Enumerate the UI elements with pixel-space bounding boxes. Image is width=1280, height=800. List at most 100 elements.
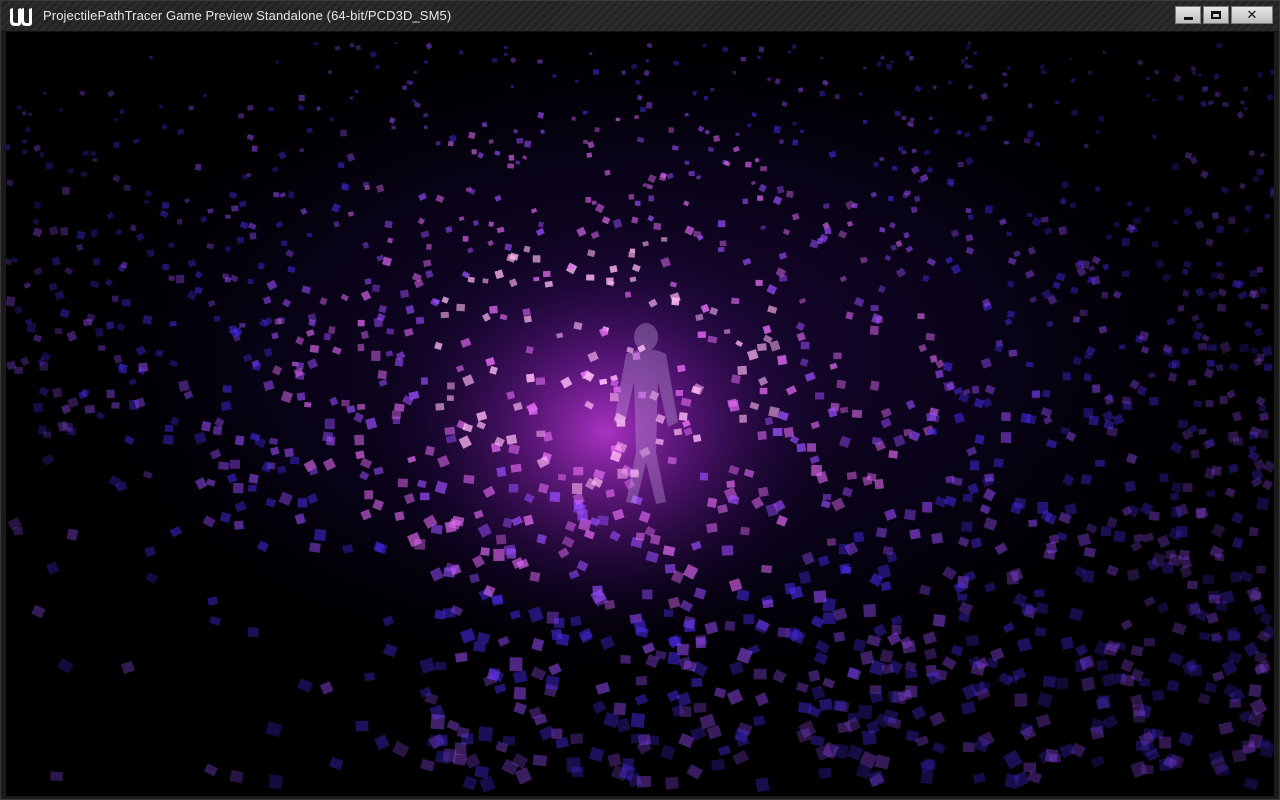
particle [544, 675, 560, 691]
particle [493, 548, 505, 562]
particle [778, 274, 788, 282]
particle [879, 649, 894, 663]
particle [1026, 212, 1033, 218]
particle [1132, 710, 1147, 723]
particle [922, 275, 930, 282]
minimize-button[interactable] [1175, 6, 1201, 24]
particle [731, 297, 740, 305]
particle [234, 435, 245, 446]
particle [1072, 316, 1080, 323]
particle [220, 400, 232, 412]
particle [628, 193, 635, 200]
particle [1184, 152, 1193, 159]
particle [1031, 390, 1040, 399]
particle [910, 206, 918, 214]
particle [1211, 212, 1220, 220]
maximize-button[interactable] [1203, 6, 1229, 24]
particle [833, 699, 847, 712]
particle [533, 276, 540, 282]
particle [357, 403, 366, 410]
particle [1264, 213, 1271, 219]
particle [957, 593, 967, 601]
particle [697, 331, 706, 338]
game-viewport[interactable] [6, 32, 1274, 796]
particle [532, 754, 548, 767]
particle [962, 493, 973, 502]
particle [586, 152, 593, 158]
particle [1206, 490, 1216, 498]
particle [1159, 473, 1169, 483]
particle [323, 332, 332, 341]
particle [97, 345, 106, 351]
particle [225, 214, 231, 219]
particle [836, 379, 847, 390]
particle [509, 657, 523, 672]
particle [1113, 530, 1126, 543]
particle [357, 319, 365, 327]
particle [1046, 320, 1054, 327]
particle [724, 620, 736, 632]
particle [713, 135, 721, 142]
particle [507, 163, 515, 169]
particle [377, 370, 387, 380]
particle [635, 675, 648, 686]
particle [737, 365, 748, 376]
particle [349, 42, 355, 48]
particle [90, 150, 96, 157]
particle [420, 492, 430, 501]
particle [866, 472, 877, 482]
particle [1151, 240, 1159, 248]
particle [1049, 753, 1061, 763]
title-bar[interactable]: ProjectilePathTracer Game Preview Standa… [1, 1, 1279, 32]
particle [818, 698, 833, 711]
particle [965, 634, 980, 647]
particle [430, 524, 443, 535]
particle [430, 714, 445, 730]
particle [798, 570, 812, 584]
particle [692, 90, 697, 96]
particle [164, 424, 174, 433]
particle [1129, 224, 1136, 230]
particle [249, 232, 257, 240]
particle [22, 111, 27, 116]
particle [155, 349, 164, 357]
particle [904, 190, 911, 196]
particle [1256, 565, 1266, 574]
particle [573, 466, 584, 476]
particle [251, 145, 258, 152]
particle [786, 190, 794, 198]
particle [1248, 683, 1262, 698]
particle [753, 668, 767, 680]
particle [645, 59, 649, 63]
particle [798, 87, 804, 93]
particle [688, 170, 695, 177]
particle [111, 402, 120, 409]
particle [874, 478, 884, 490]
close-button[interactable]: ✕ [1231, 6, 1273, 24]
particle [665, 776, 679, 790]
particle [1035, 141, 1041, 147]
particle [1079, 309, 1088, 316]
particle [635, 79, 641, 85]
particle [546, 611, 559, 624]
particle [290, 456, 300, 465]
particle [636, 775, 652, 788]
particle [822, 612, 836, 625]
particle [570, 615, 582, 627]
particle [675, 390, 683, 396]
particle [875, 527, 888, 538]
particle [105, 321, 115, 330]
particle [648, 195, 655, 202]
particle [391, 410, 402, 420]
particle [386, 328, 395, 335]
particle [523, 315, 532, 323]
particle [440, 311, 449, 319]
particle [693, 702, 707, 713]
particle [909, 55, 914, 61]
particle [645, 101, 653, 109]
particle [1215, 225, 1225, 234]
particle [313, 41, 319, 46]
particle [313, 528, 327, 542]
particle [1255, 663, 1269, 674]
particle [43, 431, 52, 438]
